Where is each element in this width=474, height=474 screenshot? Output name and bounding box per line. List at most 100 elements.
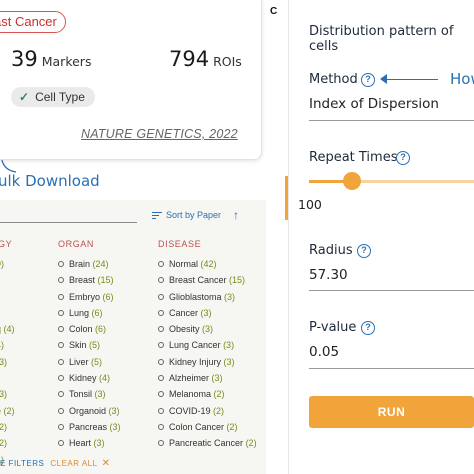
radio-icon[interactable]	[58, 261, 64, 267]
organ-count: (6)	[91, 307, 103, 318]
radio-icon[interactable]	[58, 407, 64, 414]
organ-count: (3)	[93, 438, 105, 449]
filter-actions: E FILTERS CLEAR ALL ✕	[0, 458, 110, 469]
journal-link[interactable]: NATURE GENETICS, 2022	[81, 127, 238, 141]
organ-count: (24)	[92, 259, 109, 269]
organ-filter-item[interactable]: Heart (3)	[58, 435, 121, 451]
disease-tag[interactable]: ast Cancer	[0, 11, 66, 33]
technology-filter-item[interactable]: 9)	[0, 256, 15, 272]
radio-icon[interactable]	[58, 440, 64, 447]
disease-filter-item[interactable]: Melanoma (2)	[158, 386, 257, 402]
organ-filter-item[interactable]: Pancreas (3)	[58, 419, 121, 435]
disease-filter-item[interactable]: Pancreatic Cancer (2)	[158, 435, 257, 451]
organ-filter-item[interactable]: Organoid (3)	[58, 403, 121, 419]
disease-filter-item[interactable]: COVID-19 (2)	[158, 403, 257, 419]
technology-filter-item[interactable]: (2)	[0, 419, 15, 435]
organ-filter-item[interactable]: Kidney (4)	[58, 370, 121, 386]
disease-filter-item[interactable]: Lung Cancer (3)	[158, 337, 257, 353]
radio-icon[interactable]	[158, 293, 164, 300]
technology-filter-item[interactable]	[0, 370, 15, 386]
organ-filter-item[interactable]: Colon (6)	[58, 321, 121, 337]
p-value-help-icon[interactable]: ?	[361, 321, 375, 335]
radio-icon[interactable]	[158, 309, 164, 316]
organ-filter-item[interactable]: Brain (24)	[58, 256, 121, 272]
radio-icon[interactable]	[58, 423, 64, 430]
repeat-help-icon[interactable]: ?	[396, 151, 410, 165]
radius-help-icon[interactable]: ?	[357, 244, 371, 258]
organ-count: (4)	[99, 373, 111, 384]
bulk-download-link[interactable]: ulk Download	[0, 172, 100, 190]
radio-icon[interactable]	[58, 342, 64, 349]
technology-filter-item[interactable]: (2)	[0, 435, 15, 451]
radio-icon[interactable]	[58, 309, 64, 316]
radio-icon[interactable]	[158, 407, 164, 414]
radio-icon[interactable]	[158, 423, 164, 430]
technology-filter-item[interactable]: 4)	[0, 337, 15, 353]
disease-filter-item[interactable]: Breast Cancer (15)	[158, 272, 257, 288]
disease-count: (15)	[229, 275, 246, 286]
chip-label: Cell Type	[35, 90, 85, 104]
sort-by-paper-button[interactable]: Sort by Paper	[152, 210, 221, 221]
disease-filter-item[interactable]: Obesity (3)	[158, 321, 257, 337]
radio-icon[interactable]	[158, 440, 164, 447]
technology-filter-item[interactable]	[0, 305, 15, 321]
method-select[interactable]: Index of Dispersion	[309, 96, 439, 112]
method-help-icon[interactable]: ?	[361, 73, 375, 87]
disease-name: Melanoma	[169, 389, 212, 400]
markers-stat: 39 Markers	[11, 47, 91, 71]
radio-icon[interactable]	[158, 261, 164, 267]
technology-filter-item[interactable]	[0, 272, 15, 288]
sort-direction-arrow-icon[interactable]: ↑	[233, 208, 239, 222]
radio-icon[interactable]	[158, 342, 164, 349]
technology-filter-item[interactable]: (3)	[0, 386, 15, 402]
organ-filter-item[interactable]: Tonsil (3)	[58, 386, 121, 402]
disease-count: (2)	[245, 438, 257, 449]
disease-name: Lung Cancer	[169, 340, 221, 351]
paper-card[interactable]: ast Cancer 39 Markers 794 ROIs ✓ Cell Type …	[0, 0, 262, 160]
disease-filter-item[interactable]: Glioblastoma (3)	[158, 289, 257, 305]
sort-label: Sort by Paper	[166, 210, 222, 221]
disease-filter-item[interactable]: Alzheimer (3)	[158, 370, 257, 386]
technology-filter-item[interactable]: (3)	[0, 354, 15, 370]
search-input[interactable]	[0, 222, 137, 223]
technology-filter-item[interactable]	[0, 289, 15, 305]
selected-filters-label: E FILTERS	[0, 459, 45, 468]
disease-filter-item[interactable]: Kidney Injury (3)	[158, 354, 257, 370]
run-button[interactable]: RUN	[309, 396, 474, 428]
disease-name: Kidney Injury	[169, 356, 222, 367]
radio-icon[interactable]	[58, 375, 64, 382]
organ-filter-item[interactable]: Lung (6)	[58, 305, 121, 321]
p-value-input[interactable]: 0.05	[309, 344, 339, 360]
radio-icon[interactable]	[158, 375, 164, 382]
repeat-slider-thumb[interactable]	[342, 172, 361, 190]
disease-filter-item[interactable]: Normal (42)	[158, 256, 257, 272]
technology-filter-item[interactable]: e (2)	[0, 403, 15, 419]
method-label: Method	[309, 72, 358, 87]
radio-icon[interactable]	[158, 358, 164, 365]
technology-filter-item[interactable]: q (4)	[0, 321, 15, 337]
organ-filter-item[interactable]: Embryo (6)	[58, 289, 121, 305]
organ-filter-item[interactable]: Skin (5)	[58, 337, 121, 353]
organ-filter-item[interactable]: Liver (5)	[58, 354, 121, 370]
radio-icon[interactable]	[58, 391, 64, 398]
technology-filter-list: 9) q (4) 4) (3) (3) e (2) (2) (2) 1)	[0, 256, 15, 468]
disease-filter-item[interactable]: Cancer (3)	[158, 305, 257, 321]
radio-icon[interactable]	[58, 277, 64, 284]
close-icon[interactable]: ✕	[102, 458, 111, 469]
radio-icon[interactable]	[158, 391, 164, 398]
panel-label: C	[270, 6, 278, 17]
disease-filter-item[interactable]: Colon Cancer (2)	[158, 419, 257, 435]
radio-icon[interactable]	[58, 293, 64, 300]
clear-all-button[interactable]: CLEAR ALL	[50, 459, 97, 468]
radio-icon[interactable]	[58, 326, 64, 333]
radio-icon[interactable]	[158, 277, 164, 284]
cell-type-chip[interactable]: ✓ Cell Type	[11, 87, 95, 107]
radius-input[interactable]: 57.30	[309, 267, 348, 283]
organ-name: Pancreas	[69, 421, 108, 432]
radio-icon[interactable]	[158, 326, 164, 333]
distribution-title: Distribution pattern of cells	[309, 24, 454, 54]
radio-icon[interactable]	[58, 358, 64, 365]
disease-name: Alzheimer	[169, 373, 210, 384]
p-value-underline	[309, 368, 474, 369]
organ-filter-item[interactable]: Breast (15)	[58, 272, 121, 288]
